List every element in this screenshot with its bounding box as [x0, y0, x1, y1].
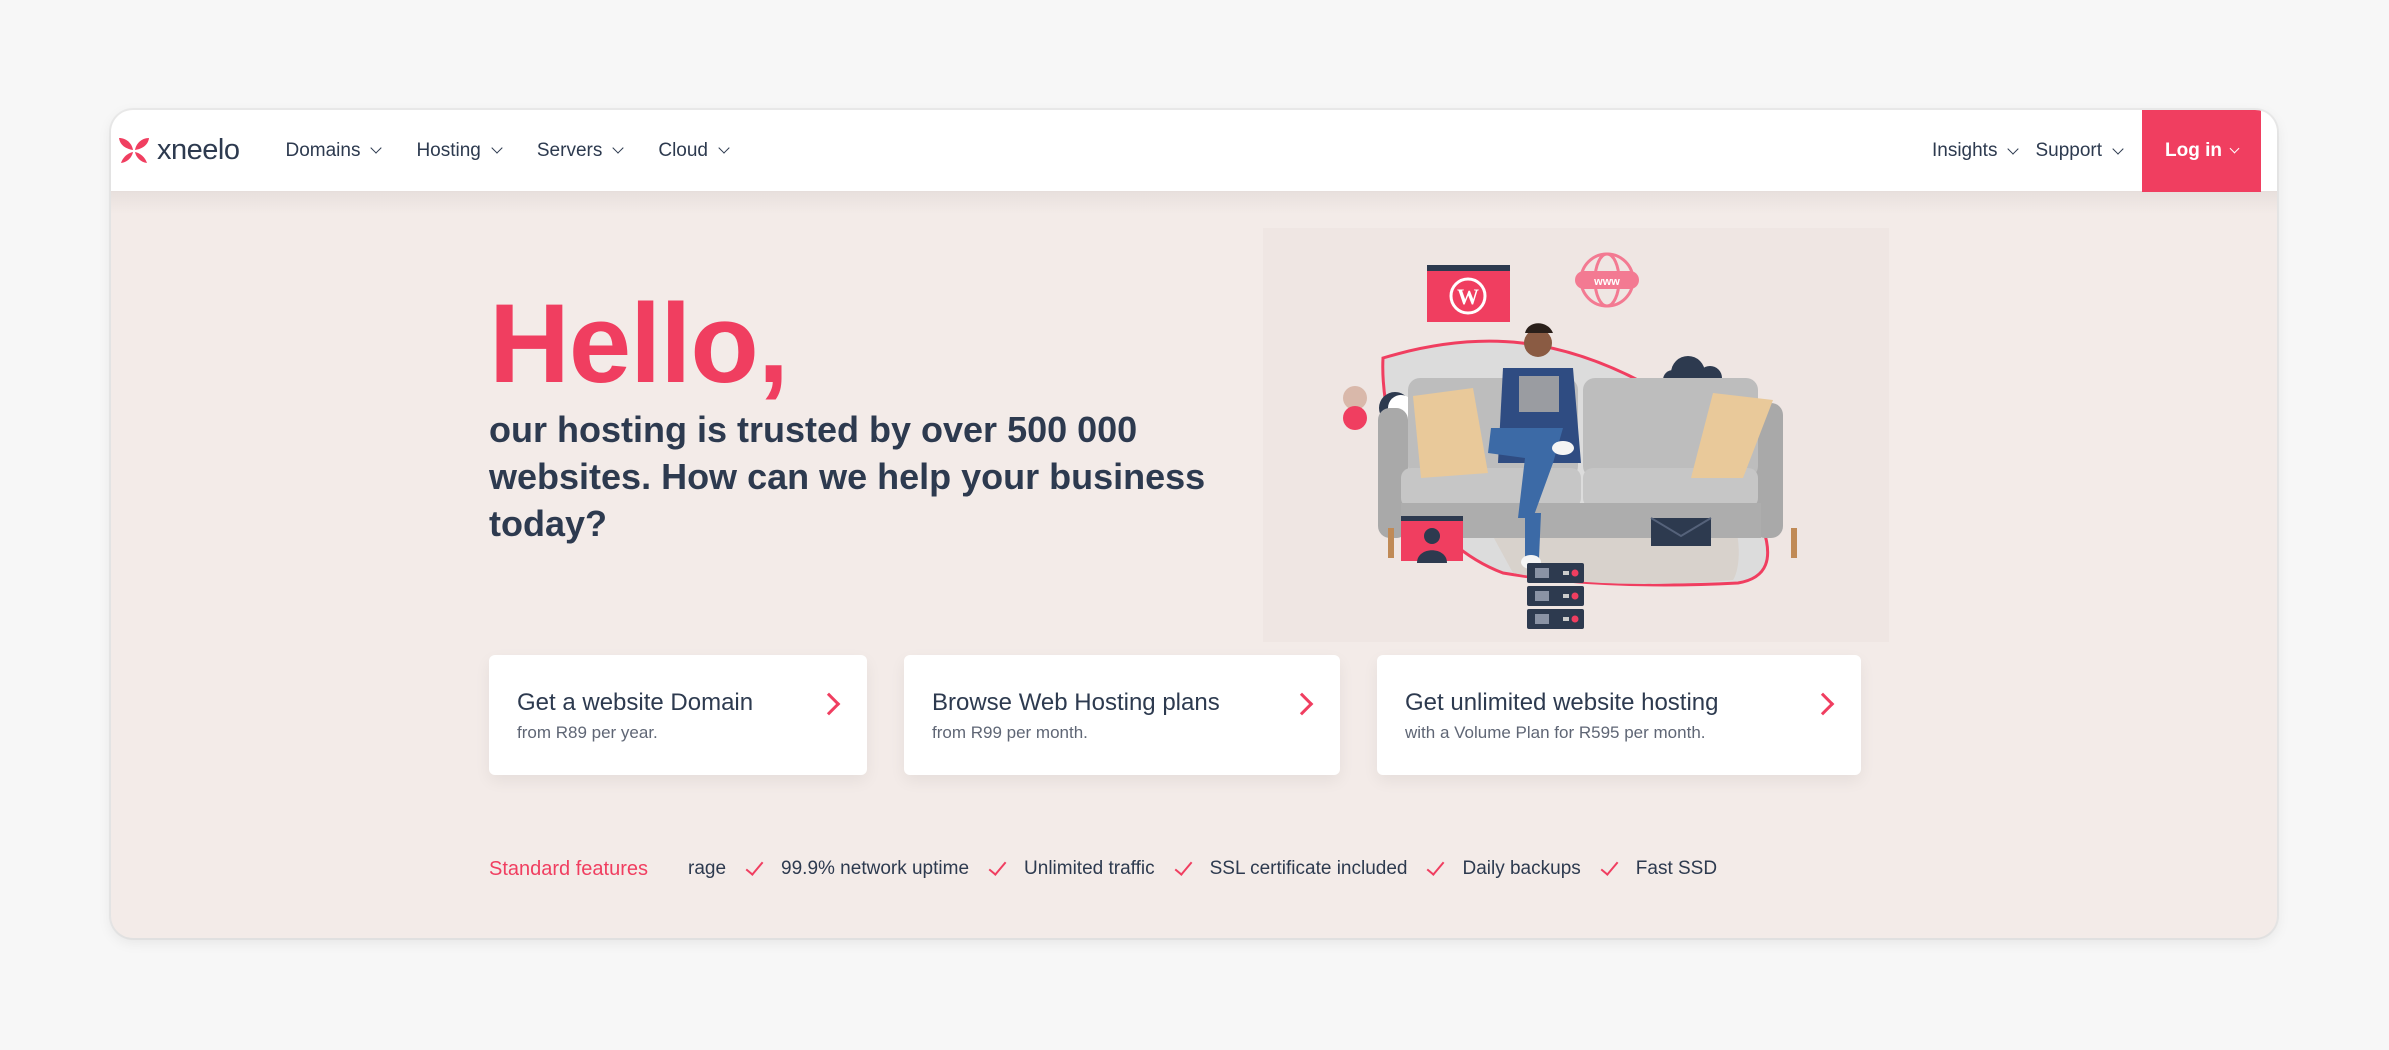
card-web-hosting-plans[interactable]: Browse Web Hosting plans from R99 per mo… — [904, 655, 1340, 775]
check-icon — [1600, 857, 1619, 876]
feature-label: 99.9% network uptime — [781, 858, 970, 879]
email-icon — [1650, 517, 1712, 546]
feature-label: rage — [688, 858, 727, 879]
card-title: Browse Web Hosting plans — [932, 689, 1220, 716]
features-marquee: rage 99.9% network uptime Unlimited traf… — [688, 854, 1889, 884]
card-title: Get a website Domain — [517, 689, 754, 716]
chevron-right-icon — [817, 692, 841, 716]
nav-item-domains[interactable]: Domains — [285, 139, 383, 162]
feature-item: Unlimited traffic — [988, 857, 1155, 880]
card-unlimited-hosting[interactable]: Get unlimited website hosting with a Vol… — [1377, 655, 1861, 775]
chevron-down-icon — [718, 142, 730, 154]
check-icon — [988, 857, 1007, 876]
feature-item: SSL certificate included — [1174, 857, 1408, 880]
nav-item-label: Cloud — [658, 139, 708, 161]
nav-item-hosting[interactable]: Hosting — [416, 139, 503, 162]
browser-window: xneelo Domains Hosting Servers Cloud Ins… — [111, 110, 2277, 938]
card-website-domain[interactable]: Get a website Domain from R89 per year. — [489, 655, 867, 775]
server-stack-icon — [1527, 563, 1584, 629]
chevron-down-icon — [491, 142, 503, 154]
features-list: rage 99.9% network uptime Unlimited traf… — [688, 854, 1889, 884]
chevron-down-icon — [2007, 142, 2020, 155]
feature-label: SSL certificate included — [1209, 858, 1408, 879]
xneelo-logo-icon — [119, 137, 149, 163]
chevron-down-icon — [612, 142, 625, 154]
wordpress-icon: W — [1427, 265, 1510, 322]
check-icon — [745, 857, 764, 876]
nav-item-support[interactable]: Support — [2035, 140, 2124, 162]
login-label: Log in — [2165, 140, 2222, 161]
chevron-down-icon — [370, 142, 383, 154]
chevron-down-icon — [2112, 142, 2124, 155]
card-subtitle: from R89 per year. — [517, 723, 658, 742]
check-icon — [1174, 857, 1193, 876]
logo-wordmark: xneelo — [157, 134, 240, 166]
top-navigation: xneelo Domains Hosting Servers Cloud Ins… — [111, 110, 2277, 214]
chevron-right-icon — [1811, 692, 1835, 716]
svg-text:www: www — [1593, 276, 1620, 288]
login-button[interactable]: Log in — [2142, 110, 2261, 192]
nav-item-cloud[interactable]: Cloud — [658, 139, 730, 162]
feature-item: Fast SSD — [1600, 857, 1718, 880]
card-title: Get unlimited website hosting — [1405, 689, 1719, 716]
hero-illustration-graphic: W www — [1343, 252, 1797, 629]
nav-item-label: Servers — [536, 139, 603, 161]
hero-illustration: W www — [1263, 228, 1889, 642]
feature-label: Unlimited traffic — [1024, 858, 1155, 879]
nav-item-label: Hosting — [416, 139, 481, 161]
logo[interactable]: xneelo — [117, 110, 240, 192]
nav-item-insights[interactable]: Insights — [1931, 140, 2020, 162]
nav-item-label: Support — [2035, 140, 2102, 161]
globe-www-icon: www — [1575, 252, 1639, 308]
check-icon — [1427, 857, 1445, 876]
hero-subtitle: our hosting is trusted by over 500 000 w… — [489, 409, 1206, 544]
feature-item: Daily backups — [1427, 857, 1581, 880]
secondary-nav: Insights Support Log in — [1932, 110, 2261, 192]
user-profile-icon — [1401, 516, 1463, 563]
feature-label: Fast SSD — [1635, 858, 1718, 879]
primary-nav: Domains Hosting Servers Cloud — [285, 139, 730, 162]
card-subtitle: with a Volume Plan for R595 per month. — [1405, 723, 1706, 742]
card-subtitle: from R99 per month. — [932, 723, 1088, 742]
nav-item-label: Domains — [285, 139, 361, 161]
features-label: Standard features — [489, 857, 648, 880]
chevron-right-icon — [1290, 692, 1314, 716]
nav-item-label: Insights — [1931, 140, 1998, 161]
hero-title: Hello, — [489, 281, 789, 406]
nav-item-servers[interactable]: Servers — [536, 139, 625, 162]
feature-label: Daily backups — [1462, 858, 1581, 879]
svg-text:W: W — [1457, 284, 1479, 309]
standard-features-bar: Standard features rage 99.9% network upt… — [489, 854, 1889, 884]
chevron-down-icon — [2229, 143, 2240, 154]
feature-item: 99.9% network uptime — [745, 857, 970, 880]
feature-item: rage — [688, 858, 726, 880]
